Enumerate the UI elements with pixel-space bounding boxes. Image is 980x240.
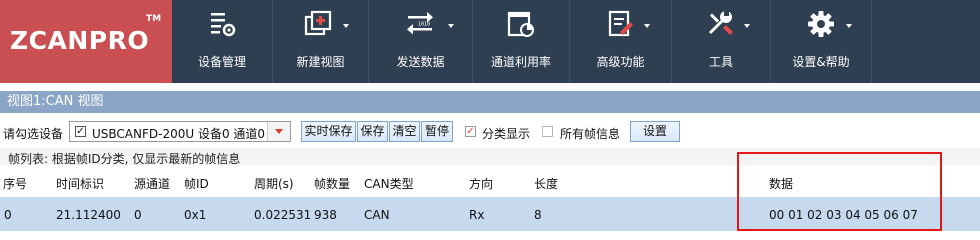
dropdown-arrow-icon[interactable] xyxy=(267,122,290,141)
toolbar-advanced-button[interactable]: 高级功能 xyxy=(570,0,671,83)
settings-button[interactable]: 设置 xyxy=(630,121,680,142)
column-header[interactable]: 帧ID xyxy=(184,175,209,192)
all-frames-checkbox[interactable] xyxy=(542,126,553,137)
column-header[interactable]: CAN类型 xyxy=(364,175,414,192)
device-checkbox[interactable]: ✓ xyxy=(75,126,86,137)
column-header[interactable]: 数据 xyxy=(769,175,793,192)
classify-display-checkbox[interactable]: ✓ xyxy=(465,126,476,137)
table-cell: 0x1 xyxy=(184,208,207,222)
all-frames-label: 所有帧信息 xyxy=(560,127,621,141)
device-select-label: 请勾选设备 xyxy=(3,127,64,141)
device-manage-icon xyxy=(211,13,236,37)
toolbar-device-manage-button[interactable]: 设备管理 xyxy=(172,0,272,83)
save-button[interactable]: 保存 xyxy=(357,121,388,142)
table-cell: CAN xyxy=(364,208,390,222)
toolbar-label: 设备管理 xyxy=(197,55,246,69)
new-view-icon xyxy=(304,10,332,36)
toolbar-settings-help-button[interactable]: 设置&帮助 xyxy=(771,0,871,83)
view-tab-title[interactable]: 视图1:CAN 视图 xyxy=(0,91,980,113)
pause-button[interactable]: 暂停 xyxy=(421,121,453,142)
chevron-down-icon xyxy=(448,24,454,28)
chevron-down-icon xyxy=(744,24,750,28)
toolbar-send-data-button[interactable]: 1010 发送数据 xyxy=(369,0,472,83)
frame-list-info: 帧列表: 根据帧ID分类, 仅显示最新的帧信息 xyxy=(0,148,980,166)
chevron-down-icon xyxy=(644,24,650,28)
table-cell: 00 01 02 03 04 05 06 07 xyxy=(769,208,918,222)
classify-display-label: 分类显示 xyxy=(482,127,531,141)
toolbar-label: 通道利用率 xyxy=(490,55,551,69)
logo-text: ZCANPRO xyxy=(10,26,150,55)
toolbar-label: 工具 xyxy=(708,55,733,69)
table-cell: 8 xyxy=(534,208,542,222)
logo-trademark: TM xyxy=(146,14,162,24)
column-header[interactable]: 源通道 xyxy=(134,175,170,192)
svg-text:1010: 1010 xyxy=(418,22,430,28)
table-cell: Rx xyxy=(469,208,485,222)
table-cell: 0.022531 xyxy=(254,208,312,222)
table-row[interactable]: 0 21.112400 0 0x1 0.022531 938 CAN Rx 8 … xyxy=(0,197,980,231)
table-cell: 0 xyxy=(4,208,12,222)
device-select-dropdown[interactable]: ✓ USBCANFD-200U 设备0 通道0 xyxy=(69,121,291,142)
table-body-empty xyxy=(0,231,980,239)
clear-button[interactable]: 清空 xyxy=(389,121,420,142)
column-header[interactable]: 序号 xyxy=(3,175,27,192)
table-cell: 0 xyxy=(134,208,142,222)
column-header[interactable]: 时间标识 xyxy=(56,175,104,192)
toolbar-tools-button[interactable]: 工具 xyxy=(672,0,770,83)
device-select-value: USBCANFD-200U 设备0 通道0 xyxy=(92,127,266,141)
app-logo: ZCANPRO TM xyxy=(0,0,172,83)
chevron-down-icon xyxy=(343,24,349,28)
channel-usage-icon xyxy=(507,11,534,37)
main-toolbar: ZCANPRO TM 设备管理 新建视图 1010 发送数据 通道利用率 高级功… xyxy=(0,0,980,83)
advanced-icon xyxy=(608,10,633,37)
settings-help-icon xyxy=(808,11,834,37)
table-header: 序号 时间标识 源通道 帧ID 周期(s) 帧数量 CAN类型 方向 长度 数据 xyxy=(0,167,980,195)
toolbar-divider xyxy=(871,0,872,83)
toolbar-label: 高级功能 xyxy=(596,55,645,69)
column-header[interactable]: 帧数量 xyxy=(314,175,350,192)
toolbar-new-view-button[interactable]: 新建视图 xyxy=(273,0,368,83)
table-cell: 938 xyxy=(314,208,337,222)
toolbar-label: 发送数据 xyxy=(396,55,445,69)
tools-icon xyxy=(709,10,733,35)
chevron-down-icon xyxy=(846,24,852,28)
send-data-icon: 1010 xyxy=(407,12,433,35)
toolbar-label: 设置&帮助 xyxy=(792,55,850,69)
table-cell: 21.112400 xyxy=(56,208,121,222)
realtime-save-button[interactable]: 实时保存 xyxy=(301,121,356,142)
device-toolbar: 请勾选设备 ✓ USBCANFD-200U 设备0 通道0 实时保存 保存 清空… xyxy=(0,117,980,146)
column-header[interactable]: 长度 xyxy=(534,175,558,192)
column-header[interactable]: 方向 xyxy=(469,175,493,192)
frame-list-info-text: 帧列表: 根据帧ID分类, 仅显示最新的帧信息 xyxy=(8,152,241,166)
column-header[interactable]: 周期(s) xyxy=(254,175,294,192)
toolbar-label: 新建视图 xyxy=(296,55,345,69)
toolbar-channel-usage-button[interactable]: 通道利用率 xyxy=(473,0,569,83)
